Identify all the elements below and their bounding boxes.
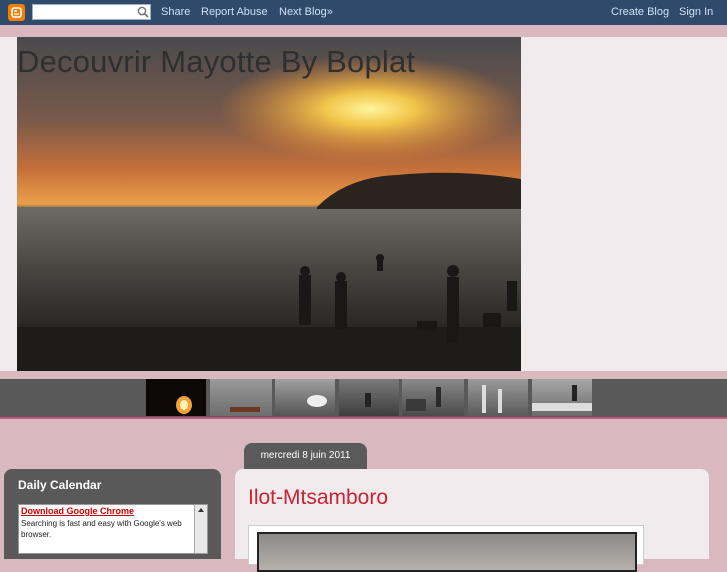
sign-in-link[interactable]: Sign In [679, 6, 713, 18]
post-image-frame [248, 525, 644, 572]
ad-link[interactable]: Download Google Chrome [21, 506, 134, 516]
create-blog-link[interactable]: Create Blog [611, 6, 669, 18]
next-blog-link[interactable]: Next Blog» [279, 6, 333, 18]
thumbnail-splash[interactable] [275, 379, 335, 416]
thumbnail-jump[interactable] [402, 379, 464, 416]
thumbnail-strip [0, 379, 727, 419]
thumbnail-boat[interactable] [210, 379, 272, 416]
navbar-search-input[interactable] [32, 4, 151, 20]
header-right-panel [521, 37, 727, 371]
header-band [0, 25, 727, 37]
ad-text: Searching is fast and easy with Google's… [21, 519, 182, 539]
thumbnail-diving[interactable] [339, 379, 399, 416]
thumbnail-fire[interactable] [146, 379, 206, 416]
report-abuse-link[interactable]: Report Abuse [201, 6, 268, 18]
blogger-navbar: Share Report Abuse Next Blog» Create Blo… [0, 0, 727, 25]
post-title[interactable]: Ilot-Mtsamboro [248, 486, 388, 510]
sidebar-widget-daily-calendar: Daily Calendar Download Google Chrome Se… [4, 469, 221, 559]
header-divider [0, 371, 727, 379]
share-link[interactable]: Share [161, 6, 190, 18]
blogger-logo-icon[interactable] [8, 4, 25, 21]
blog-post: Ilot-Mtsamboro [235, 469, 709, 572]
post-date: mercredi 8 juin 2011 [260, 450, 351, 461]
thumbnail-dock[interactable] [532, 379, 592, 416]
scroll-up-arrow-icon[interactable] [198, 508, 204, 512]
widget-title: Daily Calendar [18, 478, 102, 492]
thumbnail-pier[interactable] [468, 379, 528, 416]
search-icon[interactable] [136, 5, 150, 19]
blog-title[interactable]: Decouvrir Mayotte By Boplat [17, 44, 415, 80]
ad-box: Download Google Chrome Searching is fast… [18, 504, 208, 554]
header-image [17, 37, 521, 371]
post-date-header: mercredi 8 juin 2011 [244, 443, 367, 469]
post-image[interactable] [257, 532, 637, 572]
ad-scrollbar[interactable] [194, 505, 207, 553]
header-margin [0, 37, 17, 371]
